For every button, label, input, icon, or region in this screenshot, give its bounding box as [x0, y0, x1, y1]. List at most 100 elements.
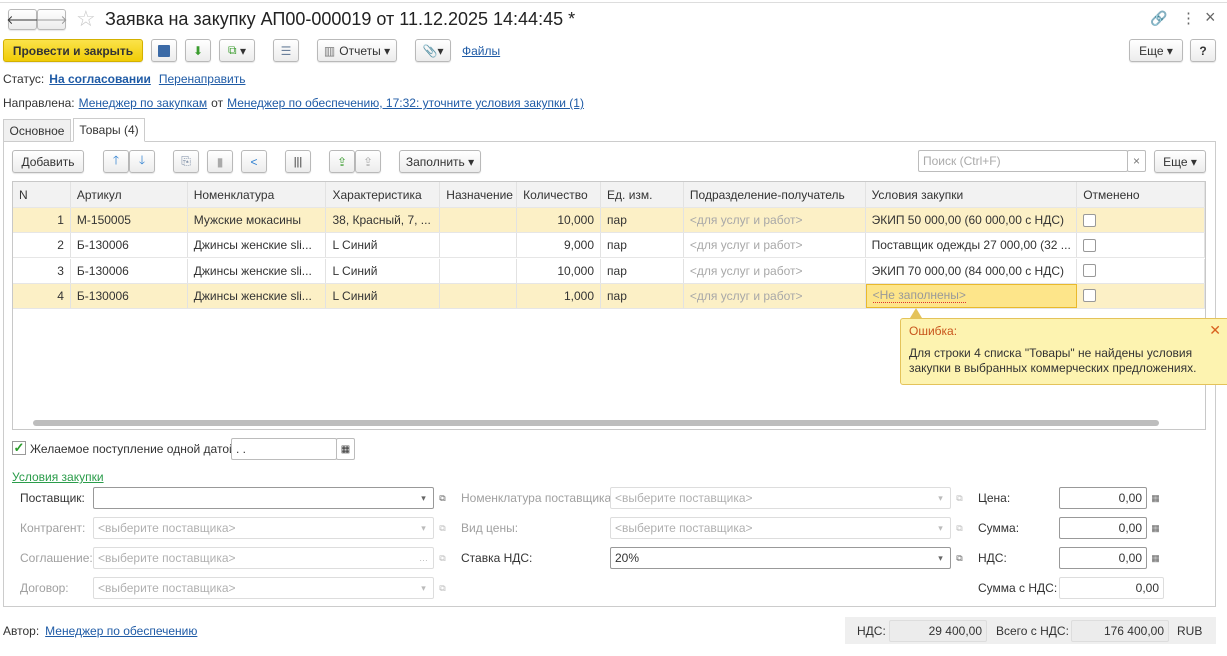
- pick-button[interactable]: ⇪: [329, 150, 355, 173]
- table-more-button[interactable]: Еще ▾: [1154, 150, 1206, 173]
- cancelled-checkbox[interactable]: [1083, 238, 1097, 252]
- cell-item[interactable]: Мужские мокасины: [188, 208, 327, 232]
- agreement-select[interactable]: …: [415, 547, 432, 569]
- column-header-unit[interactable]: Ед. изм.: [601, 182, 684, 207]
- copy-button[interactable]: ⎘: [173, 150, 199, 173]
- vat-rate-dropdown[interactable]: ▾: [932, 547, 949, 569]
- contract-open[interactable]: ⧉: [434, 577, 451, 599]
- post-button[interactable]: ⬇: [185, 39, 211, 62]
- fill-button[interactable]: Заполнить ▾: [399, 150, 481, 173]
- tab-goods[interactable]: Товары (4): [73, 118, 145, 142]
- add-button[interactable]: Добавить: [12, 150, 84, 173]
- cell-characteristic[interactable]: L Синий: [326, 283, 441, 308]
- cell-item[interactable]: Джинсы женские sli...: [188, 233, 327, 258]
- column-header-characteristic[interactable]: Характеристика: [326, 182, 441, 207]
- author-link[interactable]: Менеджер по обеспечению: [45, 624, 197, 638]
- calendar-button[interactable]: ▦: [336, 438, 355, 460]
- move-down-button[interactable]: 🡓: [129, 150, 155, 173]
- column-header-cancelled[interactable]: Отменено: [1077, 182, 1205, 207]
- routed-to-link[interactable]: Менеджер по закупкам: [79, 96, 208, 110]
- cell-sku[interactable]: Б-130006: [71, 258, 188, 283]
- back-button[interactable]: 🡐: [6, 9, 39, 30]
- cell-department[interactable]: <для услуг и работ>: [684, 283, 866, 308]
- supplier-item-input[interactable]: <выберите поставщика>: [610, 487, 951, 509]
- barcode-button[interactable]: |||: [285, 150, 311, 173]
- price-calculator[interactable]: ▦: [1147, 487, 1164, 509]
- reports-button[interactable]: ▥ Отчеты ▾: [317, 39, 397, 62]
- supplier-dropdown[interactable]: ▾: [415, 487, 432, 509]
- cell-n[interactable]: 4: [13, 283, 71, 308]
- forward-button[interactable]: 🡒: [35, 9, 68, 30]
- cell-characteristic[interactable]: L Синий: [326, 258, 441, 283]
- agreement-input[interactable]: <выберите поставщика>: [93, 547, 434, 569]
- cell-purpose[interactable]: [440, 233, 518, 258]
- cell-sku[interactable]: Б-130006: [71, 233, 188, 258]
- cell-quantity[interactable]: 1,000: [517, 283, 602, 308]
- attach-button[interactable]: 📎 ▾: [415, 39, 451, 62]
- cell-sku[interactable]: Б-130006: [71, 283, 188, 308]
- redirect-link[interactable]: Перенаправить: [159, 72, 246, 86]
- paste-button[interactable]: ▮: [207, 150, 233, 173]
- star-icon[interactable]: ☆: [76, 6, 96, 32]
- link-icon[interactable]: 🔗: [1150, 10, 1167, 27]
- status-value-link[interactable]: На согласовании: [49, 72, 151, 86]
- cancelled-checkbox[interactable]: [1083, 213, 1097, 227]
- cell-n[interactable]: 2: [13, 233, 71, 258]
- table-row[interactable]: 4 Б-130006 Джинсы женские sli... L Синий 1,0…: [13, 283, 1205, 309]
- single-date-input[interactable]: . .: [231, 438, 337, 460]
- cell-quantity[interactable]: 9,000: [517, 233, 602, 258]
- single-date-checkbox[interactable]: ✓: [12, 441, 26, 455]
- price-type-input[interactable]: <выберите поставщика>: [610, 517, 951, 539]
- cell-cancelled[interactable]: [1077, 258, 1205, 283]
- search-clear-button[interactable]: ×: [1127, 150, 1146, 172]
- save-button[interactable]: [151, 39, 177, 62]
- supplier-item-open[interactable]: ⧉: [951, 487, 968, 509]
- cell-n[interactable]: 1: [13, 208, 71, 232]
- price-type-dropdown[interactable]: ▾: [932, 517, 949, 539]
- contract-input[interactable]: <выберите поставщика>: [93, 577, 434, 599]
- cell-sku[interactable]: М-150005: [71, 208, 188, 232]
- sum-calculator[interactable]: ▦: [1147, 517, 1164, 539]
- cell-department[interactable]: <для услуг и работ>: [684, 258, 866, 283]
- routed-from-link[interactable]: Менеджер по обеспечению, 17:32: уточните…: [227, 96, 584, 110]
- sum-input[interactable]: 0,00: [1059, 517, 1147, 539]
- supplier-item-dropdown[interactable]: ▾: [932, 487, 949, 509]
- split-button[interactable]: <: [241, 150, 267, 173]
- help-button[interactable]: ?: [1190, 39, 1216, 62]
- cell-quantity[interactable]: 10,000: [517, 258, 602, 283]
- error-close-icon[interactable]: ✕: [1209, 322, 1221, 339]
- agreement-open[interactable]: ⧉: [434, 547, 451, 569]
- horizontal-scrollbar[interactable]: [33, 420, 1159, 426]
- cell-unit[interactable]: пар: [601, 258, 684, 283]
- column-header-purpose[interactable]: Назначение: [440, 182, 518, 207]
- column-header-terms[interactable]: Условия закупки: [866, 182, 1078, 207]
- column-header-item[interactable]: Номенклатура: [188, 182, 327, 207]
- cancelled-checkbox[interactable]: [1083, 289, 1097, 303]
- cancelled-checkbox[interactable]: [1083, 264, 1097, 278]
- supplier-open[interactable]: ⧉: [434, 487, 451, 509]
- price-type-open[interactable]: ⧉: [951, 517, 968, 539]
- cell-quantity[interactable]: 10,000: [517, 208, 602, 232]
- price-input[interactable]: 0,00: [1059, 487, 1147, 509]
- post-and-close-button[interactable]: Провести и закрыть: [3, 39, 143, 62]
- cell-cancelled[interactable]: [1077, 208, 1205, 232]
- supplier-input[interactable]: [93, 487, 434, 509]
- cell-terms[interactable]: <Не заполнены>: [865, 283, 1078, 308]
- column-header-n[interactable]: N: [13, 182, 71, 207]
- contractor-input[interactable]: <выберите поставщика>: [93, 517, 434, 539]
- cell-cancelled[interactable]: [1077, 233, 1205, 258]
- create-based-button[interactable]: ⧉ ▾: [219, 39, 255, 62]
- pick2-button[interactable]: ⇪: [355, 150, 381, 173]
- structure-button[interactable]: ☰: [273, 39, 299, 62]
- vat-input[interactable]: 0,00: [1059, 547, 1147, 569]
- contractor-open[interactable]: ⧉: [434, 517, 451, 539]
- column-header-department[interactable]: Подразделение-получатель: [684, 182, 866, 207]
- cell-terms[interactable]: ЭКИП 50 000,00 (60 000,00 с НДС): [866, 208, 1078, 232]
- vat-rate-input[interactable]: 20%: [610, 547, 951, 569]
- more-icon[interactable]: ⋮: [1181, 9, 1196, 27]
- table-row[interactable]: 2 Б-130006 Джинсы женские sli... L Синий 9,0…: [13, 233, 1205, 259]
- contractor-dropdown[interactable]: ▾: [415, 517, 432, 539]
- files-link[interactable]: Файлы: [462, 44, 500, 58]
- cell-characteristic[interactable]: L Синий: [326, 233, 441, 258]
- cell-n[interactable]: 3: [13, 258, 71, 283]
